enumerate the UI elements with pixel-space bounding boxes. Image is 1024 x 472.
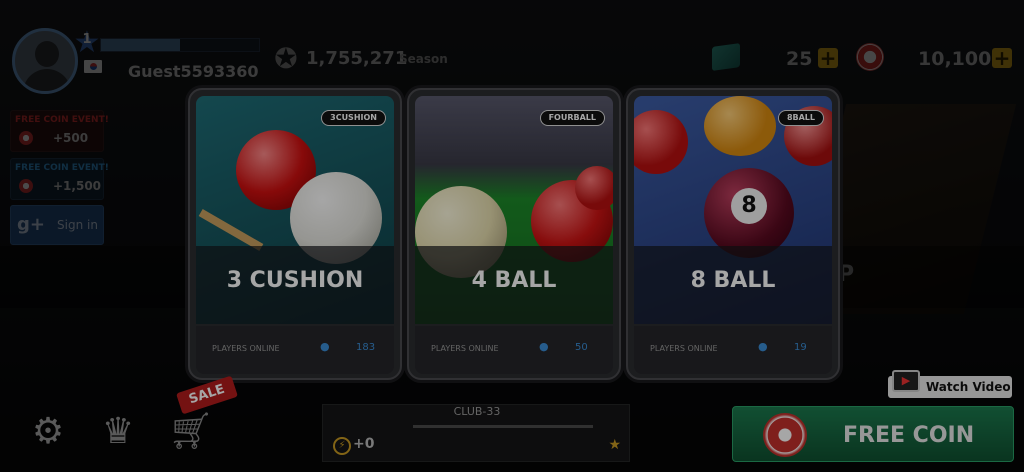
chalk-icon <box>712 43 740 71</box>
user-icon: ● <box>320 340 330 353</box>
club-value: +0 <box>353 436 375 452</box>
add-coins-button[interactable]: + <box>992 48 1012 68</box>
free-coin-button[interactable]: FREE COIN <box>732 406 1014 462</box>
coin-icon <box>19 131 33 145</box>
card-photo: 8 8 BALL <box>634 96 832 324</box>
mode-badge: 3CUSHION <box>321 110 386 126</box>
mode-name: 3 CUSHION <box>226 268 364 293</box>
players-online-label: PLAYERS ONLINE <box>431 344 499 353</box>
promo-value: +1,500 <box>53 179 102 193</box>
free-coin-event-1500[interactable]: FREE COIN EVENT! +1,500 <box>10 158 109 200</box>
mode-name: 4 BALL <box>471 268 557 293</box>
gear-icon[interactable]: ⚙ <box>26 410 70 454</box>
user-icon: ● <box>539 340 549 353</box>
card-photo: 3 CUSHION <box>196 96 394 324</box>
add-chalk-button[interactable]: + <box>818 48 838 68</box>
cart-icon[interactable]: 🛒︎ <box>168 410 214 454</box>
club-name: CLUB-33 <box>453 405 501 418</box>
free-coin-event-500[interactable]: FREE COIN EVENT! +500 <box>10 110 109 152</box>
chip-stack-icon <box>763 413 807 457</box>
watch-video-button[interactable]: ▶ Watch Video <box>888 370 1012 398</box>
username: Guest5593360 <box>128 62 259 81</box>
card-footer: PLAYERS ONLINE ● 183 <box>196 326 394 374</box>
club-panel[interactable]: CLUB-33 ⚡ +0 ★ <box>322 404 630 462</box>
season-points: 1,755,271 <box>306 48 408 69</box>
promo-value: +500 <box>53 131 89 145</box>
card-photo: 4 BALL <box>415 96 613 324</box>
season-medal-icon: ✪ <box>274 42 298 75</box>
google-signin-button[interactable]: g+ Sign in <box>10 205 104 245</box>
promo-title: FREE COIN EVENT! <box>15 163 109 173</box>
season-label: Season <box>399 52 448 66</box>
country-flag-icon <box>84 60 102 73</box>
coin-icon <box>19 179 33 193</box>
players-online-count: 19 <box>794 342 807 353</box>
game-lobby: ★ 1 Guest5593360 ✪ 1,755,271 Season 25 +… <box>0 0 1024 472</box>
mode-name: 8 BALL <box>690 268 776 293</box>
user-icon: ● <box>758 340 768 353</box>
players-online-label: PLAYERS ONLINE <box>212 344 280 353</box>
bolt-icon: ⚡ <box>333 437 351 455</box>
players-online-label: PLAYERS ONLINE <box>650 344 718 353</box>
avatar[interactable] <box>12 28 78 94</box>
card-footer: PLAYERS ONLINE ● 19 <box>634 326 832 374</box>
level-number: 1 <box>82 32 92 47</box>
players-online-count: 183 <box>356 342 376 353</box>
google-plus-icon: g+ <box>17 214 45 235</box>
background-mode-letter: P <box>838 262 855 287</box>
coin-count: 10,100 <box>918 48 992 70</box>
mode-card-8ball[interactable]: 8 8 BALL 8BALL PLAYERS ONLINE ● 19 <box>626 88 840 380</box>
chalk-count: 25 <box>786 48 813 70</box>
star-icon: ★ <box>608 437 621 453</box>
promo-title: FREE COIN EVENT! <box>15 115 109 125</box>
xp-bar <box>100 38 260 52</box>
mode-badge: FOURBALL <box>539 110 605 126</box>
card-footer: PLAYERS ONLINE ● 50 <box>415 326 613 374</box>
signin-label: Sign in <box>57 218 98 232</box>
crown-icon[interactable]: ♛ <box>96 410 140 454</box>
cue-image <box>413 425 593 428</box>
coin-chip-icon <box>856 43 884 71</box>
mode-card-3cushion[interactable]: 3 CUSHION 3CUSHION PLAYERS ONLINE ● 183 <box>188 88 402 380</box>
video-icon: ▶ <box>892 370 920 392</box>
mode-card-4ball[interactable]: 4 BALL FOURBALL PLAYERS ONLINE ● 50 <box>407 88 621 380</box>
watch-video-label: Watch Video <box>926 380 1011 394</box>
xp-bar-fill <box>101 39 180 51</box>
free-coin-label: FREE COIN <box>843 423 975 448</box>
mode-badge: 8BALL <box>777 110 824 126</box>
players-online-count: 50 <box>575 342 588 353</box>
sale-badge: SALE <box>176 375 238 415</box>
